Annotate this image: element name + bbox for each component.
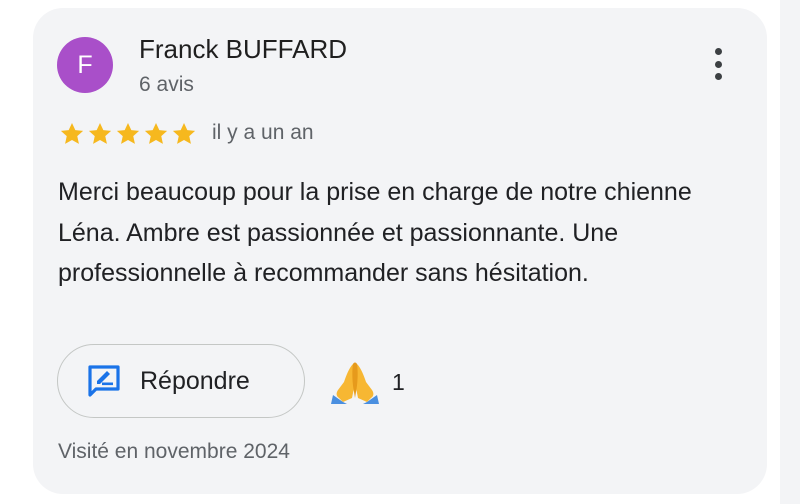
star-icon <box>88 122 112 144</box>
avatar[interactable]: F <box>57 37 113 93</box>
reply-button-label: Répondre <box>140 367 250 395</box>
reviewer-name[interactable]: Franck BUFFARD <box>139 34 347 65</box>
star-icon <box>144 122 168 144</box>
star-icon <box>116 122 140 144</box>
folded-hands-emoji[interactable] <box>330 358 380 404</box>
review-date: il y a un an <box>212 121 314 144</box>
menu-dot <box>714 73 722 80</box>
star-icon <box>60 122 84 144</box>
adjacent-card-edge <box>780 0 800 504</box>
star-rating <box>58 121 198 147</box>
reply-button[interactable]: Répondre <box>57 344 305 418</box>
reaction-count: 1 <box>392 369 405 395</box>
edit-reply-icon <box>88 365 120 397</box>
star-icon <box>172 122 196 144</box>
review-text: Merci beaucoup pour la prise en charge d… <box>58 178 692 287</box>
visit-date: Visité en novembre 2024 <box>58 440 290 463</box>
menu-dot <box>714 48 722 55</box>
more-vertical-icon[interactable] <box>704 44 732 84</box>
menu-dot <box>714 60 722 68</box>
reviewer-review-count: 6 avis <box>139 73 194 96</box>
